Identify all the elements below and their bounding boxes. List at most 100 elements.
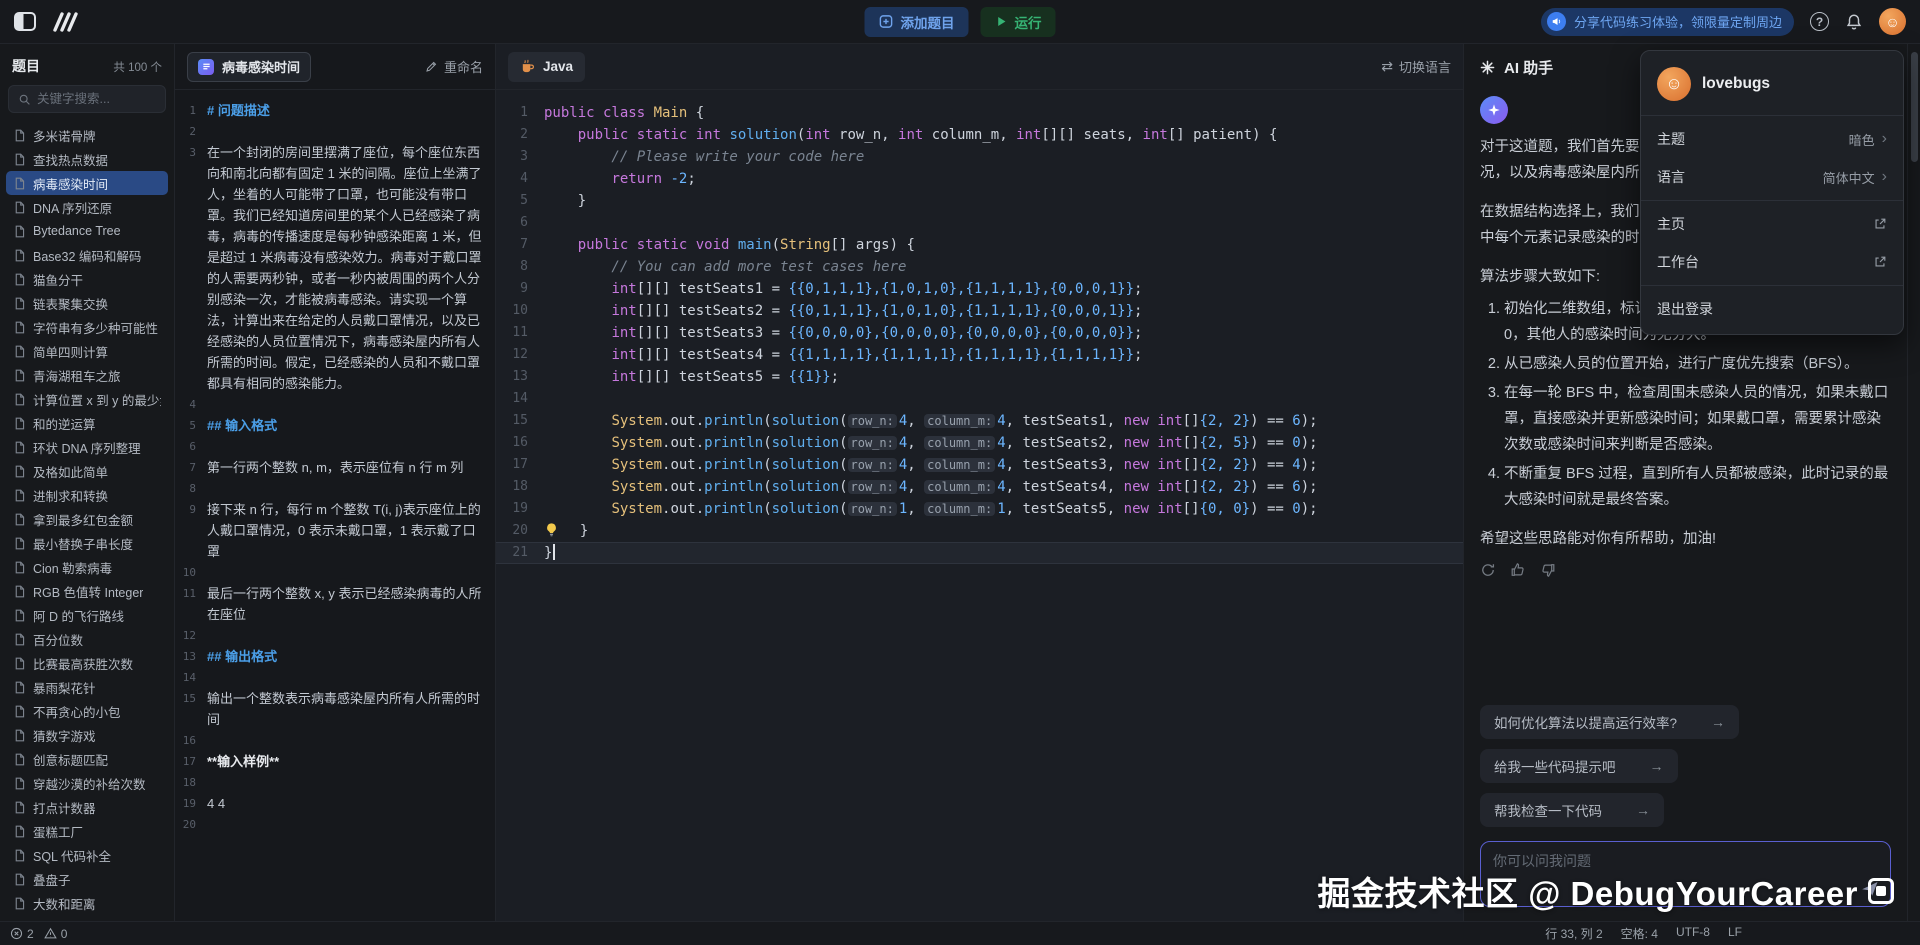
document-icon (13, 369, 26, 382)
code-line-text: public static void main(String[] args) { (544, 234, 915, 256)
warnings-status[interactable]: 0 (44, 927, 68, 941)
sidebar-item[interactable]: 青海湖租车之旅 (6, 363, 168, 387)
line-number: 9 (175, 499, 207, 562)
markdown-line-row: 2 (175, 121, 495, 142)
line-number: 14 (496, 388, 544, 410)
sidebar-item[interactable]: 及格如此简单 (6, 459, 168, 483)
cursor-position-status[interactable]: 行 33, 列 2 (1545, 925, 1602, 942)
sidebar-item[interactable]: 多米诺骨牌 (6, 123, 168, 147)
sidebar-item[interactable]: DNA 序列还原 (6, 195, 168, 219)
sidebar-item[interactable]: 蛋糕工厂 (6, 819, 168, 843)
sidebar-item[interactable]: RGB 色值转 Integer (6, 579, 168, 603)
sidebar-item-label: 穿越沙漠的补给次数 (33, 774, 146, 793)
markdown-line-text (207, 730, 495, 751)
menu-item-language[interactable]: 语言 简体中文› (1641, 158, 1903, 196)
sidebar-item[interactable]: Base32 编码和解码 (6, 243, 168, 267)
line-number: 15 (496, 410, 544, 432)
promo-banner[interactable]: 分享代码练习体验，领限量定制周边 (1541, 8, 1794, 36)
rename-button[interactable]: 重命名 (425, 57, 483, 76)
code-line-text: System.out.println(solution(row_n:4, col… (544, 454, 1318, 476)
encoding-status[interactable]: UTF-8 (1676, 925, 1710, 942)
help-icon[interactable]: ? (1810, 12, 1829, 31)
line-number: 11 (496, 322, 544, 344)
document-icon (13, 225, 26, 238)
thumbs-up-icon[interactable] (1510, 562, 1526, 578)
arrow-right-icon: → (1650, 758, 1664, 774)
chevron-right-icon: › (1882, 169, 1887, 185)
menu-item-home[interactable]: 主页 (1641, 205, 1903, 243)
menu-divider (1641, 115, 1903, 116)
sidebar-item[interactable]: 大数和距离 (6, 891, 168, 915)
document-icon (13, 681, 26, 694)
line-number: 2 (175, 121, 207, 142)
code-line-text: // Please write your code here (544, 146, 864, 168)
sidebar-title: 题目 (12, 56, 40, 76)
markdown-line-text: **输入样例** (207, 751, 495, 772)
document-icon (13, 321, 26, 334)
line-number: 16 (496, 432, 544, 454)
menu-item-theme[interactable]: 主题 暗色› (1641, 120, 1903, 158)
code-line-row: 18 System.out.println(solution(row_n:4, … (496, 476, 1463, 498)
sidebar-item[interactable]: 比赛最高获胜次数 (6, 651, 168, 675)
scrollbar-thumb[interactable] (1911, 52, 1918, 162)
sidebar-item[interactable]: 穿越沙漠的补给次数 (6, 771, 168, 795)
sidebar-item[interactable]: 链表聚集交换 (6, 291, 168, 315)
menu-item-logout[interactable]: 退出登录 (1641, 290, 1903, 328)
app-logo-icon (52, 10, 82, 34)
user-menu-header: ☺ lovebugs (1641, 55, 1903, 111)
code-line-text: // You can add more test cases here (544, 256, 906, 278)
sidebar-item[interactable]: 查找热点数据 (6, 147, 168, 171)
add-problem-button[interactable]: 添加题目 (865, 7, 969, 37)
sidebar-item[interactable]: 字符串有多少种可能性 (6, 315, 168, 339)
sidebar-item[interactable]: 猜数字游戏 (6, 723, 168, 747)
sidebar-item[interactable]: 不再贪心的小包 (6, 699, 168, 723)
indent-status[interactable]: 空格: 4 (1621, 925, 1658, 942)
sidebar-item[interactable]: 拿到最多红包金额 (6, 507, 168, 531)
thumbs-down-icon[interactable] (1540, 562, 1556, 578)
language-tab[interactable]: Java (508, 52, 585, 82)
errors-status[interactable]: 2 (10, 927, 34, 941)
suggestion-pill[interactable]: 帮我检查一下代码→ (1480, 793, 1664, 827)
sidebar-item[interactable]: 猫鱼分干 (6, 267, 168, 291)
sidebar-item[interactable]: 计算位置 x 到 y 的最少步数 (6, 387, 168, 411)
sidebar-item-label: DNA 序列还原 (33, 198, 112, 217)
sidebar-item[interactable]: 和的逆运算 (6, 411, 168, 435)
regenerate-icon[interactable] (1480, 562, 1496, 578)
lightbulb-icon[interactable] (544, 522, 559, 537)
sidebar-item[interactable]: 叠盘子 (6, 867, 168, 891)
code-line-row: 1public class Main { (496, 102, 1463, 124)
sidebar-item-label: 阿 D 的飞行路线 (33, 606, 124, 625)
line-number: 14 (175, 667, 207, 688)
sidebar-item[interactable]: 打点计数器 (6, 795, 168, 819)
bell-icon[interactable] (1845, 13, 1863, 31)
code-line-row: 5 } (496, 190, 1463, 212)
sidebar-item[interactable]: Bytedance Tree (6, 219, 168, 243)
sidebar-item-label: 猫鱼分干 (33, 270, 83, 289)
sidebar-item[interactable]: 百分位数 (6, 627, 168, 651)
sidebar-item[interactable]: 暴雨梨花针 (6, 675, 168, 699)
sidebar-toggle-icon[interactable] (14, 12, 36, 31)
suggestion-pill[interactable]: 给我一些代码提示吧→ (1480, 749, 1678, 783)
switch-language-button[interactable]: ⇄ 切换语言 (1381, 57, 1451, 76)
markdown-line-row: 10 (175, 562, 495, 583)
menu-item-workbench[interactable]: 工作台 (1641, 243, 1903, 281)
sidebar-item[interactable]: 进制求和转换 (6, 483, 168, 507)
sidebar-item[interactable]: 环状 DNA 序列整理 (6, 435, 168, 459)
sidebar-item[interactable]: Cion 勒索病毒 (6, 555, 168, 579)
markdown-line-text (207, 772, 495, 793)
sidebar-item[interactable]: 简单四则计算 (6, 339, 168, 363)
sidebar-item[interactable]: 病毒感染时间 (6, 171, 168, 195)
sidebar-item[interactable]: SQL 代码补全 (6, 843, 168, 867)
markdown-source[interactable]: 1# 问题描述23在一个封闭的房间里摆满了座位，每个座位东西向和南北向都有固定 … (175, 90, 495, 921)
sidebar-item[interactable]: 创意标题匹配 (6, 747, 168, 771)
suggestion-pill[interactable]: 如何优化算法以提高运行效率?→ (1480, 705, 1739, 739)
problem-title-chip[interactable]: 病毒感染时间 (187, 52, 311, 82)
eol-status[interactable]: LF (1728, 925, 1742, 942)
sidebar-item[interactable]: 阿 D 的飞行路线 (6, 603, 168, 627)
run-button[interactable]: 运行 (981, 7, 1056, 37)
code-lines[interactable]: 1public class Main {2 public static int … (496, 90, 1463, 921)
sidebar-item[interactable]: 最小替换子串长度 (6, 531, 168, 555)
ai-suggestions: 如何优化算法以提高运行效率?→ 给我一些代码提示吧→ 帮我检查一下代码→ (1464, 705, 1907, 841)
user-avatar[interactable]: ☺ (1879, 8, 1906, 35)
search-input[interactable] (37, 92, 156, 106)
